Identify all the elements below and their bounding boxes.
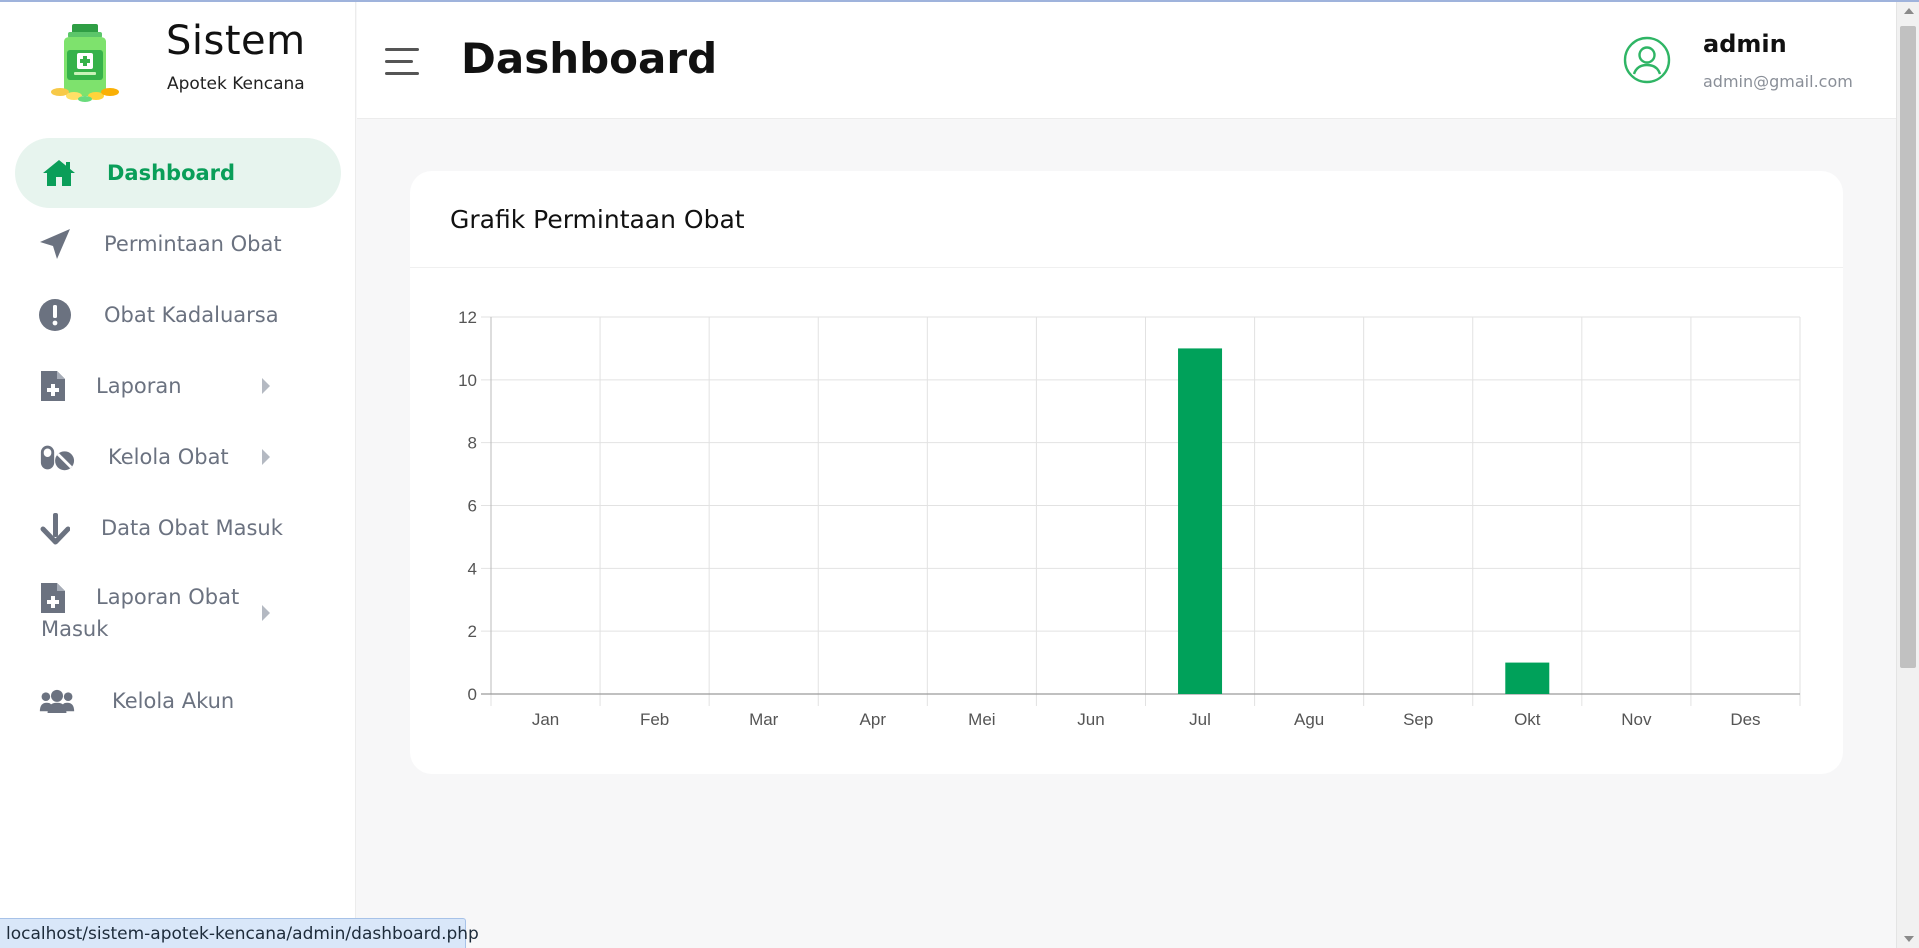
y-tick-label: 0: [468, 685, 477, 704]
sidebar-item-kelola-obat[interactable]: Kelola Obat: [15, 422, 341, 492]
sidebar-item-label: Data Obat Masuk: [101, 516, 283, 540]
x-tick-label: Okt: [1514, 710, 1541, 729]
page-scrollbar[interactable]: [1896, 2, 1919, 948]
sidebar-item-laporan-obat-masuk[interactable]: Laporan Obat Masuk: [15, 574, 341, 650]
x-tick-label: Nov: [1621, 710, 1652, 729]
brand: Sistem Apotek Kencana: [0, 2, 356, 120]
caret-right-icon: [262, 449, 270, 465]
sidebar-item-label: Permintaan Obat: [104, 232, 282, 256]
x-tick-label: Agu: [1294, 710, 1324, 729]
sidebar-item-dashboard[interactable]: Dashboard: [15, 138, 341, 208]
sidebar-item-laporan[interactable]: Laporan: [15, 351, 341, 421]
caret-right-icon: [262, 378, 270, 394]
x-tick-label: Jul: [1189, 710, 1211, 729]
x-tick-label: Jan: [532, 710, 559, 729]
top-header: Dashboard admin admin@gmail.com: [357, 2, 1896, 119]
sidebar-item-label: Kelola Obat: [108, 445, 229, 469]
scroll-down-arrow-icon[interactable]: [1904, 936, 1914, 942]
sidebar-item-label-line1: Laporan Obat: [96, 585, 240, 609]
x-tick-label: Mei: [968, 710, 995, 729]
x-tick-label: Sep: [1403, 710, 1433, 729]
sidebar-item-label-line2: Masuk: [41, 617, 109, 641]
y-tick-label: 10: [458, 371, 477, 390]
brand-subtitle: Apotek Kencana: [167, 74, 305, 94]
window-top-border: [0, 0, 1919, 2]
user-avatar-icon[interactable]: [1623, 36, 1671, 84]
bar-jul: [1178, 348, 1223, 694]
x-tick-label: Des: [1730, 710, 1760, 729]
sidebar-item-label: Kelola Akun: [112, 689, 235, 713]
sidebar-item-permintaan-obat[interactable]: Permintaan Obat: [15, 209, 341, 279]
user-email: admin@gmail.com: [1703, 72, 1853, 91]
x-tick-label: Apr: [860, 710, 887, 729]
users-icon: [39, 683, 75, 719]
card-title: Grafik Permintaan Obat: [450, 205, 745, 234]
caret-right-icon: [262, 605, 270, 621]
y-tick-label: 8: [468, 434, 477, 453]
file-medical-icon: [35, 368, 71, 404]
paper-plane-icon: [37, 226, 73, 262]
y-tick-label: 12: [458, 308, 477, 327]
exclamation-circle-icon: [37, 297, 73, 333]
bar-chart: 0 2 4 6 8 10 12 Jan Feb Mar Apr Mei Jun Jul Agu Sep Okt N…: [458, 308, 1801, 729]
scrollbar-thumb[interactable]: [1900, 26, 1916, 668]
page-title: Dashboard: [461, 34, 718, 83]
sidebar-item-data-obat-masuk[interactable]: Data Obat Masuk: [15, 493, 341, 563]
chart-card: Grafik Permintaan Obat 0 2 4 6 8 10 12 Jan Feb Ma…: [410, 171, 1843, 774]
sidebar-item-label: Dashboard: [107, 161, 236, 185]
sidebar: Sistem Apotek Kencana Dashboard Perminta…: [0, 2, 356, 948]
x-tick-label: Feb: [640, 710, 669, 729]
browser-status-url: localhost/sistem-apotek-kencana/admin/da…: [0, 918, 479, 948]
file-medical-icon: [35, 580, 71, 616]
y-tick-label: 2: [468, 622, 477, 641]
arrow-down-icon: [37, 510, 73, 546]
brand-title: Sistem: [166, 18, 306, 64]
medicine-bottle-icon: [51, 24, 119, 102]
bar-okt: [1505, 662, 1550, 694]
y-tick-label: 4: [468, 559, 477, 578]
sidebar-item-obat-kadaluarsa[interactable]: Obat Kadaluarsa: [15, 280, 341, 350]
user-name: admin: [1703, 30, 1787, 58]
hamburger-menu-icon[interactable]: [385, 48, 419, 76]
home-icon: [41, 155, 77, 191]
sidebar-item-label: Obat Kadaluarsa: [104, 303, 279, 327]
sidebar-item-kelola-akun[interactable]: Kelola Akun: [15, 666, 341, 736]
card-header: Grafik Permintaan Obat: [410, 171, 1843, 268]
x-tick-label: Mar: [749, 710, 779, 729]
sidebar-item-label: Laporan: [96, 374, 182, 398]
y-tick-label: 6: [468, 497, 477, 516]
x-tick-label: Jun: [1077, 710, 1104, 729]
pills-icon: [39, 439, 75, 475]
scroll-up-arrow-icon[interactable]: [1904, 8, 1914, 14]
